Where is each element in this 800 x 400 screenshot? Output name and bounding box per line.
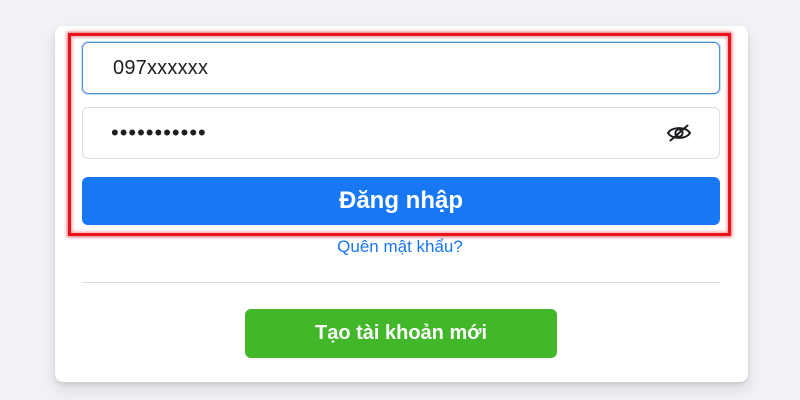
eye-slash-icon[interactable] xyxy=(664,120,694,146)
phone-input[interactable] xyxy=(82,42,720,94)
forgot-password-link[interactable]: Quên mật khẩu? xyxy=(0,237,800,257)
divider xyxy=(82,282,720,283)
login-button[interactable]: Đăng nhập xyxy=(82,177,720,225)
password-input[interactable] xyxy=(82,107,720,159)
create-account-button[interactable]: Tạo tài khoản mới xyxy=(245,309,557,358)
